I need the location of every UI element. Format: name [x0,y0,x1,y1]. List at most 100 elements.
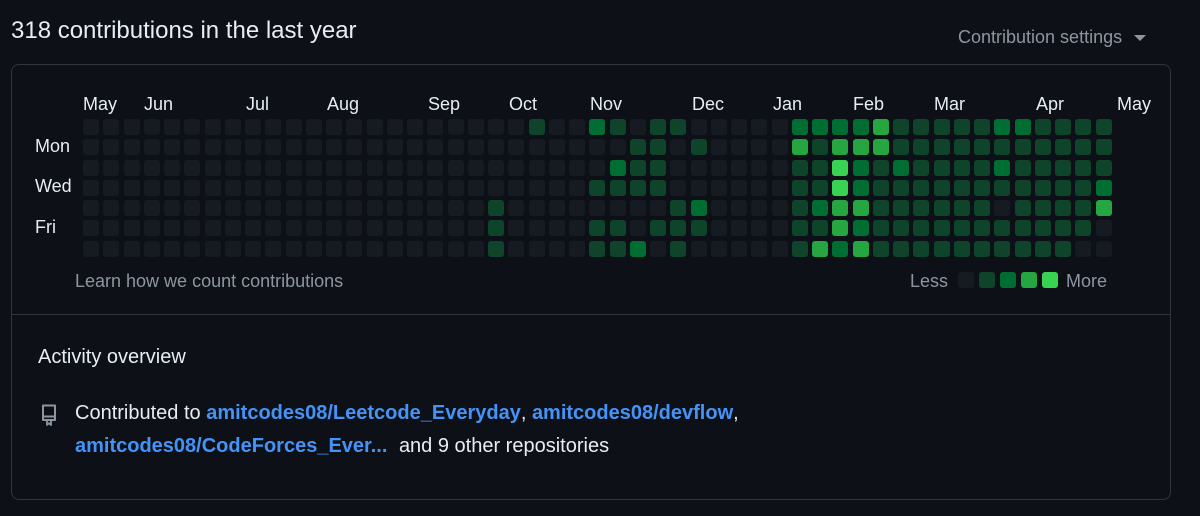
contribution-day-cell[interactable] [1035,241,1051,257]
contribution-day-cell[interactable] [994,220,1010,236]
contribution-day-cell[interactable] [731,160,747,176]
contribution-day-cell[interactable] [569,160,585,176]
contribution-day-cell[interactable] [407,180,423,196]
contribution-day-cell[interactable] [448,139,464,155]
contribution-day-cell[interactable] [772,139,788,155]
contribution-day-cell[interactable] [225,180,241,196]
contribution-day-cell[interactable] [853,119,869,135]
contribution-day-cell[interactable] [83,119,99,135]
contribution-day-cell[interactable] [326,160,342,176]
contribution-day-cell[interactable] [265,139,281,155]
contribution-day-cell[interactable] [792,180,808,196]
contribution-day-cell[interactable] [346,119,362,135]
contribution-day-cell[interactable] [245,200,261,216]
contribution-day-cell[interactable] [974,180,990,196]
contribution-day-cell[interactable] [184,119,200,135]
contribution-day-cell[interactable] [893,241,909,257]
contribution-day-cell[interactable] [346,180,362,196]
contribution-day-cell[interactable] [772,180,788,196]
contribution-day-cell[interactable] [731,241,747,257]
contribution-day-cell[interactable] [670,200,686,216]
contribution-day-cell[interactable] [994,119,1010,135]
contribution-day-cell[interactable] [326,180,342,196]
contribution-day-cell[interactable] [934,241,950,257]
contribution-day-cell[interactable] [873,139,889,155]
contribution-day-cell[interactable] [387,160,403,176]
contribution-day-cell[interactable] [103,200,119,216]
contribution-day-cell[interactable] [529,180,545,196]
contribution-day-cell[interactable] [124,200,140,216]
contribution-day-cell[interactable] [144,119,160,135]
contribution-day-cell[interactable] [164,200,180,216]
contribution-day-cell[interactable] [326,220,342,236]
contribution-day-cell[interactable] [468,241,484,257]
contribution-day-cell[interactable] [873,180,889,196]
contribution-day-cell[interactable] [650,139,666,155]
contribution-day-cell[interactable] [589,139,605,155]
contribution-day-cell[interactable] [387,180,403,196]
contribution-day-cell[interactable] [103,180,119,196]
contribution-day-cell[interactable] [650,119,666,135]
contribution-day-cell[interactable] [164,180,180,196]
contribution-day-cell[interactable] [387,200,403,216]
contribution-day-cell[interactable] [1015,220,1031,236]
repo-link-leetcode-everyday[interactable]: amitcodes08/Leetcode_Everyday [206,402,521,424]
contribution-day-cell[interactable] [286,119,302,135]
repo-link-devflow[interactable]: amitcodes08/devflow [532,402,733,424]
contribution-day-cell[interactable] [144,241,160,257]
contribution-day-cell[interactable] [610,200,626,216]
contribution-day-cell[interactable] [589,180,605,196]
contribution-day-cell[interactable] [468,200,484,216]
contribution-day-cell[interactable] [832,160,848,176]
contribution-day-cell[interactable] [427,119,443,135]
contribution-day-cell[interactable] [144,160,160,176]
contribution-day-cell[interactable] [83,160,99,176]
contribution-day-cell[interactable] [569,220,585,236]
contribution-day-cell[interactable] [306,160,322,176]
contribution-day-cell[interactable] [387,119,403,135]
contribution-day-cell[interactable] [1075,119,1091,135]
contribution-day-cell[interactable] [711,180,727,196]
contribution-day-cell[interactable] [812,119,828,135]
contribution-day-cell[interactable] [1096,160,1112,176]
contribution-day-cell[interactable] [954,200,970,216]
contribution-day-cell[interactable] [326,200,342,216]
contribution-day-cell[interactable] [164,119,180,135]
contribution-day-cell[interactable] [367,139,383,155]
contribution-day-cell[interactable] [184,180,200,196]
contribution-day-cell[interactable] [913,241,929,257]
contribution-day-cell[interactable] [691,220,707,236]
contribution-day-cell[interactable] [1015,160,1031,176]
contribution-day-cell[interactable] [83,200,99,216]
contribution-day-cell[interactable] [751,180,767,196]
contribution-day-cell[interactable] [630,220,646,236]
contribution-day-cell[interactable] [1015,241,1031,257]
contribution-day-cell[interactable] [1015,139,1031,155]
contribution-day-cell[interactable] [974,241,990,257]
contribution-day-cell[interactable] [508,139,524,155]
contribution-day-cell[interactable] [306,139,322,155]
contribution-day-cell[interactable] [569,139,585,155]
contribution-day-cell[interactable] [1035,180,1051,196]
contribution-day-cell[interactable] [529,160,545,176]
contribution-day-cell[interactable] [974,139,990,155]
contribution-day-cell[interactable] [711,160,727,176]
contribution-day-cell[interactable] [913,139,929,155]
contribution-day-cell[interactable] [954,119,970,135]
contribution-day-cell[interactable] [812,139,828,155]
contribution-day-cell[interactable] [407,160,423,176]
contribution-day-cell[interactable] [812,241,828,257]
contribution-day-cell[interactable] [427,180,443,196]
contribution-day-cell[interactable] [508,200,524,216]
contribution-day-cell[interactable] [205,220,221,236]
contribution-day-cell[interactable] [731,200,747,216]
contribution-day-cell[interactable] [913,200,929,216]
contribution-day-cell[interactable] [1035,119,1051,135]
contribution-day-cell[interactable] [589,200,605,216]
contribution-day-cell[interactable] [367,180,383,196]
contribution-day-cell[interactable] [853,241,869,257]
contribution-day-cell[interactable] [245,241,261,257]
contribution-day-cell[interactable] [691,200,707,216]
contribution-day-cell[interactable] [751,119,767,135]
contribution-day-cell[interactable] [913,160,929,176]
